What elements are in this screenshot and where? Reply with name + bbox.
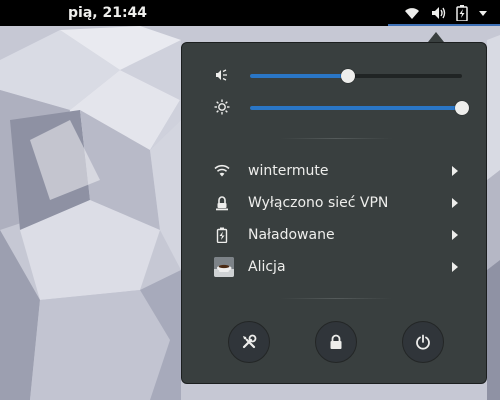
menu-item-battery[interactable]: Naładowane [182, 219, 486, 251]
volume-icon [430, 5, 446, 21]
wifi-icon [404, 5, 420, 21]
user-avatar [214, 257, 234, 277]
volume-slider-handle[interactable] [340, 69, 355, 83]
settings-button[interactable] [228, 321, 270, 363]
battery-icon [214, 227, 230, 244]
power-icon [415, 334, 431, 350]
menu-item-label: Wyłączono sieć VPN [248, 195, 389, 211]
submenu-arrow-icon [452, 262, 458, 272]
battery-icon [456, 5, 468, 21]
submenu-arrow-icon [452, 166, 458, 176]
volume-slider-fill [250, 74, 348, 78]
menu-arrow-icon [478, 5, 488, 21]
menu-item-vpn[interactable]: Wyłączono sieć VPN [182, 187, 486, 219]
volume-slider-row [214, 65, 464, 85]
menu-pointer [428, 32, 444, 42]
menu-item-label: Naładowane [248, 227, 335, 243]
separator [280, 298, 392, 299]
separator [280, 138, 392, 139]
active-indicator [388, 24, 500, 26]
system-status-area[interactable] [388, 0, 500, 26]
brightness-slider-row [214, 97, 469, 117]
submenu-arrow-icon [452, 230, 458, 240]
wifi-icon [214, 163, 230, 179]
brightness-slider[interactable] [250, 101, 469, 115]
menu-item-wifi[interactable]: wintermute [182, 155, 486, 187]
menu-item-user[interactable]: Alicja [182, 251, 486, 283]
clock[interactable]: pią, 21:44 [68, 0, 147, 26]
power-button[interactable] [402, 321, 444, 363]
brightness-slider-handle[interactable] [455, 101, 469, 115]
settings-icon [241, 334, 257, 350]
brightness-slider-fill [250, 106, 462, 110]
top-bar: pią, 21:44 [0, 0, 500, 26]
volume-slider[interactable] [250, 69, 462, 83]
menu-item-label: wintermute [248, 163, 329, 179]
lock-button[interactable] [315, 321, 357, 363]
system-menu: wintermute Wyłączono sieć VPN Naładowane [181, 42, 487, 384]
brightness-icon [214, 99, 230, 115]
submenu-arrow-icon [452, 198, 458, 208]
menu-item-label: Alicja [248, 259, 286, 275]
volume-low-icon [214, 67, 230, 83]
lock-icon [329, 334, 343, 350]
vpn-icon [214, 195, 230, 211]
